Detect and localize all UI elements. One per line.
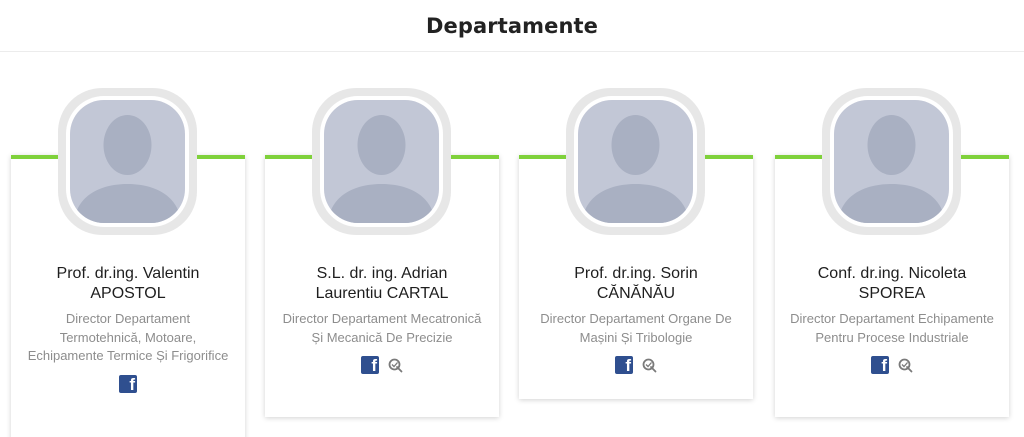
avatar-frame	[312, 88, 451, 235]
person-name: S.L. dr. ing. Adrian Laurentiu CARTAL	[315, 265, 449, 302]
person-role: Director Departament Mecatronică Și Meca…	[282, 311, 482, 345]
avatar	[320, 96, 443, 227]
avatar	[66, 96, 189, 227]
avatar	[574, 96, 697, 227]
facebook-icon[interactable]: f	[615, 356, 633, 375]
avatar-frame	[566, 88, 705, 235]
person-placeholder-icon	[834, 100, 949, 223]
avatar	[830, 96, 953, 227]
person-placeholder-icon	[324, 100, 439, 223]
person-name: Prof. dr.ing. Valentin APOSTOL	[56, 265, 200, 302]
department-cards: Prof. dr.ing. Valentin APOSTOL Director …	[0, 0, 1024, 437]
person-name: Prof. dr.ing. Sorin CĂNĂNĂU	[574, 265, 698, 302]
facebook-icon[interactable]: f	[871, 356, 889, 375]
department-card: Prof. dr.ing. Valentin APOSTOL Director …	[11, 88, 245, 437]
person-role: Director Departament Termotehnică, Motoa…	[27, 311, 229, 363]
researchgate-icon[interactable]	[898, 358, 913, 373]
avatar-frame	[58, 88, 197, 235]
person-role: Director Departament Organe De Mașini Și…	[540, 311, 732, 345]
department-card: Prof. dr.ing. Sorin CĂNĂNĂU Director Dep…	[519, 88, 753, 399]
person-role: Director Departament Echipamente Pentru …	[790, 311, 994, 345]
avatar-frame	[822, 88, 961, 235]
department-card: S.L. dr. ing. Adrian Laurentiu CARTAL Di…	[265, 88, 499, 417]
department-card: Conf. dr.ing. Nicoleta SPOREA Director D…	[775, 88, 1009, 417]
person-placeholder-icon	[578, 100, 693, 223]
person-name: Conf. dr.ing. Nicoleta SPOREA	[817, 265, 967, 302]
researchgate-icon[interactable]	[642, 358, 657, 373]
facebook-icon[interactable]: f	[119, 374, 137, 394]
researchgate-icon[interactable]	[388, 358, 403, 373]
facebook-icon[interactable]: f	[361, 356, 379, 375]
person-placeholder-icon	[70, 100, 185, 223]
